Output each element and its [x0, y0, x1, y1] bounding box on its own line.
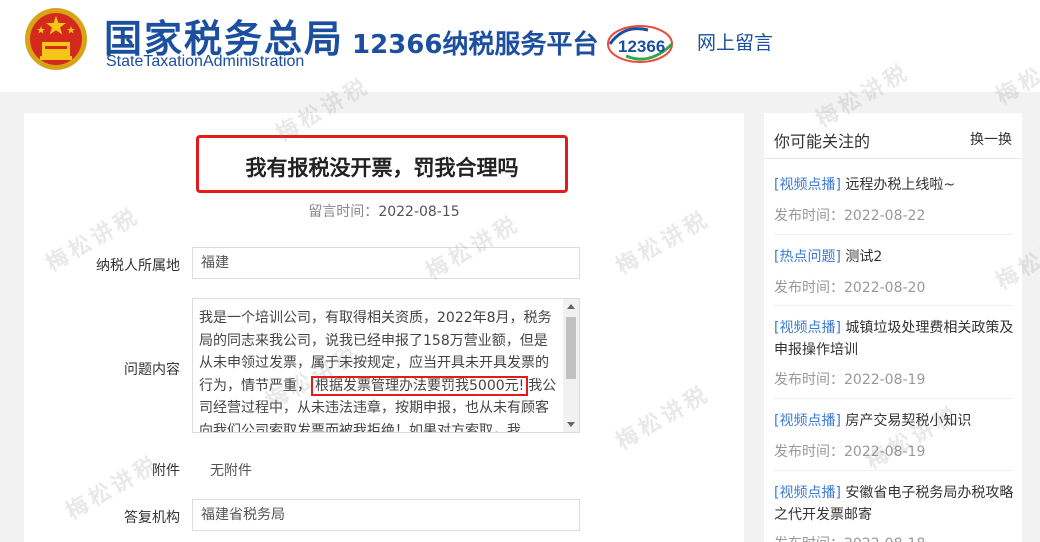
message-time: 留言时间：2022-08-15	[24, 201, 744, 221]
refresh-button[interactable]: 换一换	[970, 129, 1012, 149]
sidebar-item-date: 发布时间：2022-08-22	[774, 208, 926, 224]
sidebar-item-category: [热点问题]	[774, 249, 841, 265]
sidebar-item-title[interactable]: [视频点播] 房产交易契税小知识	[774, 410, 1018, 432]
sidebar-item-date: 发布时间：2022-08-18	[774, 533, 925, 542]
sidebar-item-title[interactable]: [视频点播] 安徽省电子税务局办税攻略之代开发票邮寄	[774, 482, 1018, 526]
platform-name: 12366纳税服务平台	[352, 30, 599, 60]
scrollbar-thumb[interactable]	[566, 317, 576, 379]
scroll-down-arrow-icon[interactable]	[567, 422, 575, 427]
title-highlight-box: 我有报税没开票，罚我合理吗	[196, 135, 568, 193]
sidebar-item-date: 发布时间：2022-08-19	[774, 444, 926, 460]
message-detail-card: 我有报税没开票，罚我合理吗 留言时间：2022-08-15 纳税人所属地 福建 …	[24, 113, 744, 542]
attachment-value: 无附件	[210, 463, 252, 479]
sidebar-item-separator	[774, 470, 1012, 471]
sidebar-item-category: [视频点播]	[774, 320, 841, 336]
12366-logo-icon: 12366	[607, 25, 674, 63]
online-message-link[interactable]: 网上留言	[697, 28, 773, 55]
sidebar-item-separator	[774, 305, 1012, 306]
question-highlight: 根据发票管理办法要罚我5000元!	[311, 375, 529, 396]
question-scrollbar[interactable]	[563, 299, 579, 432]
sidebar-item-separator	[774, 234, 1012, 235]
question-label: 问题内容	[124, 362, 180, 378]
sidebar-item-title[interactable]: [视频点播] 城镇垃圾处理费相关政策及申报操作培训	[774, 317, 1018, 361]
svg-text:12366: 12366	[618, 37, 665, 56]
sidebar-item-separator	[774, 398, 1012, 399]
sidebar-title: 你可能关注的	[774, 132, 871, 151]
sidebar-item-date: 发布时间：2022-08-20	[774, 280, 926, 296]
attachment-label: 附件	[152, 463, 180, 479]
message-title: 我有报税没开票，罚我合理吗	[245, 156, 519, 180]
sidebar-item-category: [视频点播]	[774, 177, 841, 193]
message-time-value: 2022-08-15	[378, 204, 460, 220]
sidebar-item-category: [视频点播]	[774, 485, 841, 501]
location-field: 福建	[192, 247, 580, 279]
reply-org-field: 福建省税务局	[192, 499, 580, 531]
question-content-box[interactable]: 我是一个培训公司，有取得相关资质，2022年8月，税务局的同志来我公司，说我已经…	[192, 298, 580, 433]
sidebar-item-category: [视频点播]	[774, 413, 841, 429]
national-emblem-icon	[25, 8, 87, 70]
site-header: 国家税务总局 StateTaxationAdministration 12366…	[0, 0, 1040, 92]
message-time-label: 留言时间：	[308, 204, 379, 220]
scroll-up-arrow-icon[interactable]	[567, 304, 575, 309]
sidebar-item-title[interactable]: [视频点播] 远程办税上线啦~	[774, 174, 1018, 196]
question-content-text: 我是一个培训公司，有取得相关资质，2022年8月，税务局的同志来我公司，说我已经…	[199, 307, 559, 432]
reply-org-label: 答复机构	[124, 510, 180, 526]
location-label: 纳税人所属地	[96, 258, 180, 274]
agency-name-en: StateTaxationAdministration	[106, 53, 305, 70]
recommend-sidebar: 你可能关注的 换一换 [视频点播] 远程办税上线啦~ 发布时间：2022-08-…	[764, 113, 1022, 542]
sidebar-item-date: 发布时间：2022-08-19	[774, 372, 926, 388]
sidebar-item-title[interactable]: [热点问题] 测试2	[774, 246, 1018, 268]
sidebar-divider	[764, 158, 1022, 159]
